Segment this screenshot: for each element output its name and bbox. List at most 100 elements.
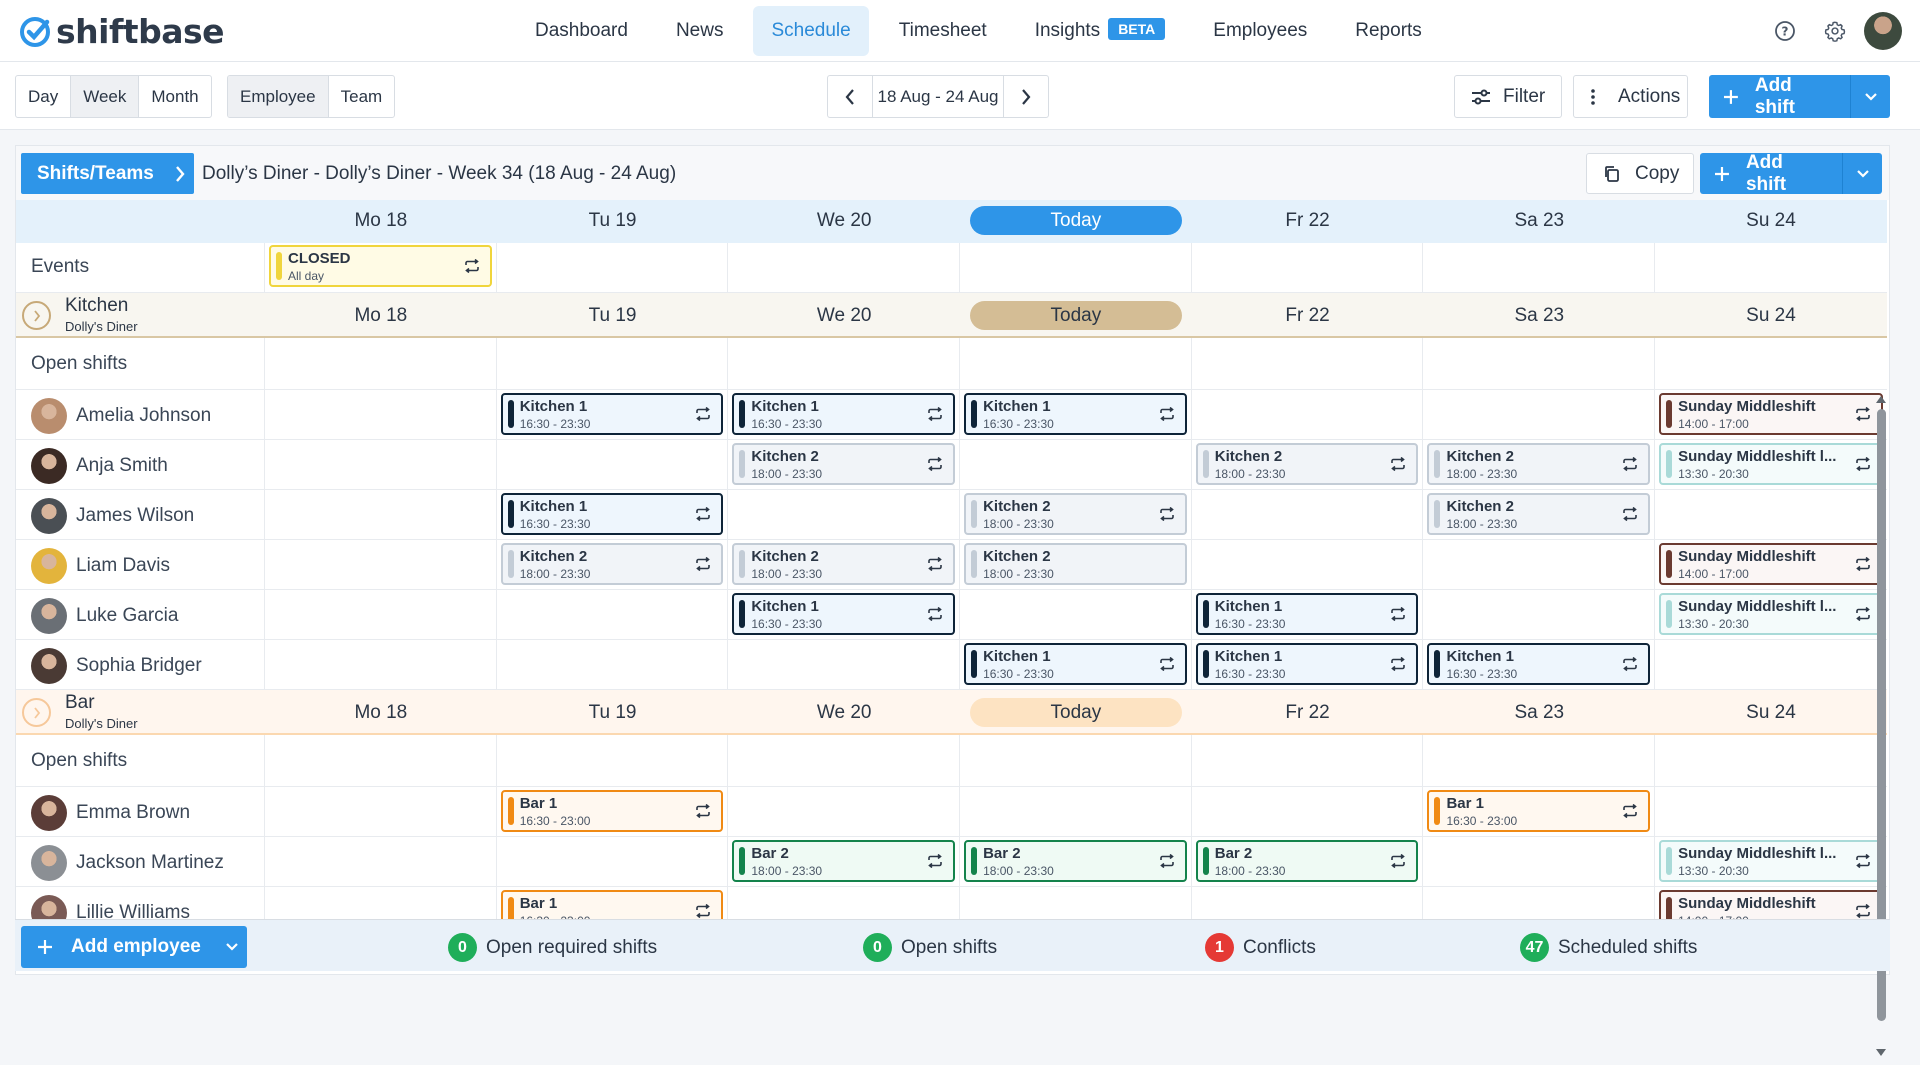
shift-cell[interactable] <box>1192 787 1424 836</box>
shift-cell[interactable] <box>265 837 497 886</box>
event-cell[interactable] <box>960 243 1192 292</box>
open-shift-cell[interactable] <box>960 338 1192 389</box>
shift-cell[interactable]: Bar 2 18:00 - 23:30 <box>1192 837 1424 886</box>
shift-cell[interactable] <box>728 787 961 836</box>
shift-cell[interactable] <box>1423 837 1656 886</box>
filter-button[interactable]: Filter <box>1454 75 1562 118</box>
shift-cell[interactable] <box>265 390 497 439</box>
shift-card[interactable]: Kitchen 1 16:30 - 23:30 <box>964 643 1187 685</box>
employee-name[interactable]: Emma Brown <box>31 795 190 831</box>
shift-cell[interactable] <box>1192 490 1424 539</box>
shift-cell[interactable] <box>1423 390 1656 439</box>
shift-cell[interactable]: Bar 2 18:00 - 23:30 <box>728 837 961 886</box>
shift-cell[interactable] <box>728 490 961 539</box>
copy-button[interactable]: Copy <box>1586 153 1694 194</box>
open-shift-cell[interactable] <box>1423 735 1656 786</box>
shift-card[interactable]: Sunday Middleshift l... 13:30 - 20:30 <box>1659 443 1883 485</box>
scroll-down-icon[interactable] <box>1876 1049 1886 1057</box>
shift-cell[interactable] <box>497 837 729 886</box>
shift-card[interactable]: Bar 1 16:30 - 23:00 <box>500 790 724 832</box>
shift-cell[interactable] <box>265 440 497 489</box>
shift-card[interactable]: Kitchen 1 16:30 - 23:30 <box>1427 643 1651 685</box>
add-shift-main[interactable]: Add shift <box>1709 75 1850 118</box>
open-shift-cell[interactable] <box>1192 338 1424 389</box>
shift-cell[interactable] <box>265 640 497 689</box>
employee-name[interactable]: James Wilson <box>31 498 194 534</box>
shift-cell[interactable] <box>960 440 1192 489</box>
shift-card[interactable]: Kitchen 2 18:00 - 23:30 <box>1195 443 1419 485</box>
shift-cell[interactable] <box>728 640 961 689</box>
view-month-button[interactable]: Month <box>139 76 210 117</box>
employee-name[interactable]: Anja Smith <box>31 448 168 484</box>
nav-schedule[interactable]: Schedule <box>753 6 869 56</box>
shift-cell[interactable] <box>1655 640 1887 689</box>
stat-conflicts[interactable]: 1 Conflicts <box>1205 933 1316 962</box>
logo[interactable]: shiftbase <box>18 12 225 51</box>
open-shift-cell[interactable] <box>728 735 961 786</box>
add-employee-button[interactable]: Add employee <box>21 926 247 968</box>
stat-open-shifts[interactable]: 0 Open shifts <box>863 933 997 962</box>
shift-card[interactable]: Bar 2 18:00 - 23:30 <box>964 840 1187 882</box>
shift-cell[interactable]: Kitchen 1 16:30 - 23:30 <box>1192 640 1424 689</box>
shift-cell[interactable]: Kitchen 2 18:00 - 23:30 <box>728 540 961 589</box>
user-avatar[interactable] <box>1864 12 1902 50</box>
expand-icon[interactable] <box>22 698 51 727</box>
shift-card[interactable]: Bar 2 18:00 - 23:30 <box>1195 840 1419 882</box>
nav-timesheet[interactable]: Timesheet <box>881 6 1005 56</box>
event-cell[interactable] <box>497 243 729 292</box>
shift-card[interactable]: Kitchen 1 16:30 - 23:30 <box>732 393 956 435</box>
shift-card[interactable]: Kitchen 2 18:00 - 23:30 <box>732 443 956 485</box>
shift-card[interactable]: Kitchen 1 16:30 - 23:30 <box>500 393 724 435</box>
shift-cell[interactable]: Bar 2 18:00 - 23:30 <box>960 837 1192 886</box>
open-shift-cell[interactable] <box>497 735 729 786</box>
shift-cell[interactable]: Kitchen 2 18:00 - 23:30 <box>960 540 1192 589</box>
open-shift-cell[interactable] <box>265 735 497 786</box>
shift-cell[interactable] <box>265 540 497 589</box>
shift-cell[interactable] <box>265 490 497 539</box>
shift-cell[interactable]: Kitchen 1 16:30 - 23:30 <box>497 390 729 439</box>
shift-cell[interactable] <box>1192 540 1424 589</box>
shift-cell[interactable]: Kitchen 1 16:30 - 23:30 <box>960 390 1192 439</box>
panel-add-shift-dropdown[interactable] <box>1842 153 1882 194</box>
shift-card[interactable]: Kitchen 2 18:00 - 23:30 <box>1427 443 1651 485</box>
expand-icon[interactable] <box>22 301 51 330</box>
open-shift-cell[interactable] <box>728 338 961 389</box>
shift-card[interactable]: Bar 1 16:30 - 23:00 <box>1427 790 1651 832</box>
nav-employees[interactable]: Employees <box>1195 6 1325 56</box>
shift-cell[interactable] <box>1655 787 1887 836</box>
shift-card[interactable]: Kitchen 2 18:00 - 23:30 <box>1427 493 1651 535</box>
employee-name[interactable]: Luke Garcia <box>31 598 178 634</box>
prev-week-button[interactable] <box>828 76 872 117</box>
event-cell[interactable] <box>1423 243 1656 292</box>
shift-card[interactable]: Sunday Middleshift 14:00 - 17:00 <box>1659 543 1883 585</box>
shift-cell[interactable]: Bar 1 16:30 - 23:00 <box>1423 787 1656 836</box>
open-shift-cell[interactable] <box>497 338 729 389</box>
chevron-down-icon[interactable] <box>225 942 239 952</box>
scroll-up-icon[interactable] <box>1876 395 1886 403</box>
today-pill[interactable]: Today <box>970 698 1182 727</box>
nav-reports[interactable]: Reports <box>1337 6 1440 56</box>
shift-card[interactable]: Kitchen 2 18:00 - 23:30 <box>732 543 956 585</box>
add-shift-button[interactable]: Add shift <box>1709 75 1890 118</box>
shift-cell[interactable]: Sunday Middleshift 14:00 - 17:00 <box>1655 540 1887 589</box>
nav-insights[interactable]: Insights BETA <box>1017 6 1184 56</box>
stat-scheduled-shifts[interactable]: 47 Scheduled shifts <box>1520 933 1697 962</box>
open-shift-cell[interactable] <box>1655 338 1887 389</box>
shift-cell[interactable] <box>265 787 497 836</box>
employee-name[interactable]: Sophia Bridger <box>31 648 202 684</box>
shift-cell[interactable]: Kitchen 2 18:00 - 23:30 <box>497 540 729 589</box>
open-shift-cell[interactable] <box>960 735 1192 786</box>
shift-card[interactable]: Kitchen 2 18:00 - 23:30 <box>500 543 724 585</box>
panel-add-shift-button[interactable]: Add shift <box>1700 152 1882 195</box>
shift-cell[interactable] <box>960 787 1192 836</box>
shift-cell[interactable] <box>960 590 1192 639</box>
shift-cell[interactable]: Kitchen 1 16:30 - 23:30 <box>497 490 729 539</box>
shift-card[interactable]: Kitchen 1 16:30 - 23:30 <box>732 593 956 635</box>
shift-cell[interactable] <box>1192 390 1424 439</box>
stat-open-required-shifts[interactable]: 0 Open required shifts <box>448 933 657 962</box>
next-week-button[interactable] <box>1004 76 1048 117</box>
shift-cell[interactable]: Kitchen 2 18:00 - 23:30 <box>960 490 1192 539</box>
shift-cell[interactable]: Kitchen 2 18:00 - 23:30 <box>728 440 961 489</box>
shift-card[interactable]: Bar 2 18:00 - 23:30 <box>732 840 956 882</box>
shift-cell[interactable] <box>497 640 729 689</box>
